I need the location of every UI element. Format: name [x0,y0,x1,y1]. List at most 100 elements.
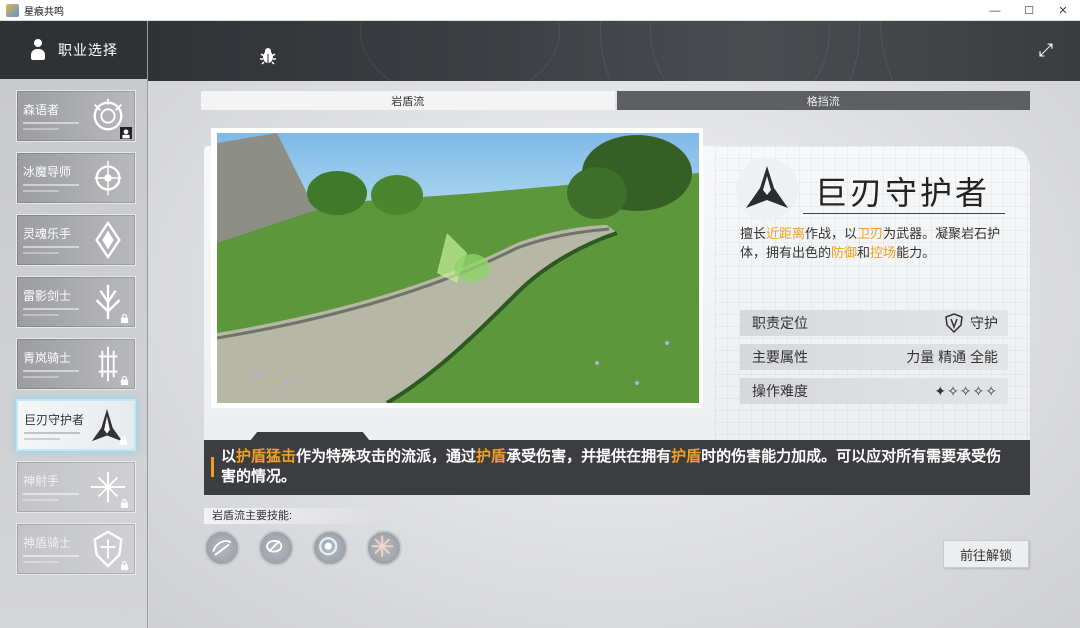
shield-role-icon [945,313,963,333]
desc-text: 和 [857,245,871,260]
skills-label: 岩盾流主要技能: [204,508,384,524]
skill-vortex-icon[interactable] [312,530,348,566]
class-item-subtext [23,122,79,124]
class-item-subtext [24,432,80,434]
desc-highlight: 近距离 [766,226,806,241]
class-item-label: 雷影剑士 [23,289,72,303]
skill-guard-glyph [266,540,283,553]
attr-label: 职责定位 [752,315,808,331]
class-item-subtext [23,555,79,557]
class-item-marksman[interactable]: 神射手 [16,461,136,513]
class-item-subtext [23,370,79,372]
banner-highlight: 护盾 [671,448,702,465]
banner-text-part: 承受伤害，并提供在拥有 [506,448,672,465]
class-item-label: 冰魔导师 [23,165,72,179]
class-item-label: 巨刃守护者 [24,413,85,427]
skill-burst-glyph [371,535,393,557]
lock-icon [120,376,129,385]
class-item-forest-speaker[interactable]: 森语者 [16,90,136,142]
bug-report-icon[interactable] [258,46,278,66]
class-item-label: 灵魂乐手 [23,227,72,241]
desc-highlight: 控场 [870,245,897,260]
attr-value: 守护 [944,313,998,333]
build-description-banner: 以护盾猛击作为特殊攻击的流派，通过护盾承受伤害，并提供在拥有护盾时的伤害能力加成… [204,440,1030,495]
class-item-subtext [23,246,79,248]
role-value: 守护 [970,315,998,331]
desc-text: 擅长 [740,226,767,241]
app-icon [6,3,19,17]
hero-divider [803,213,1005,214]
preview-scene [217,133,699,403]
class-item-subtext [23,252,59,254]
class-item-shield-knight[interactable]: 神盾骑士 [16,523,136,575]
class-preview-video[interactable] [217,133,699,403]
class-item-subtext [23,314,59,316]
class-item-wind-knight[interactable]: 青岚骑士 [16,338,136,390]
lock-icon [120,314,129,323]
attr-main-stats: 主要属性 力量 精通 全能 [740,344,1008,370]
hero-emblem [736,158,798,220]
blade-crest-icon [746,166,788,208]
class-item-ice-mage[interactable]: 冰魔导师 [16,152,136,204]
class-item-subtext [24,438,60,440]
class-item-label: 神盾骑士 [23,536,72,550]
attr-role: 职责定位 守护 [740,310,1008,336]
lock-icon [120,499,129,508]
banner-highlight: 护盾猛击 [236,448,297,465]
class-item-thunder-swordsman[interactable]: 雷影剑士 [16,276,136,328]
banner-text: 以护盾猛击作为特殊攻击的流派，通过护盾承受伤害，并提供在拥有护盾时的伤害能力加成… [221,447,1011,487]
lock-icon [119,436,128,445]
skill-guard-icon[interactable] [258,530,294,566]
banner-text-part: 以 [221,448,237,465]
class-item-subtext [23,184,79,186]
attr-label: 操作难度 [752,383,808,399]
desc-text: 作战，以 [805,226,858,241]
owned-icon [120,127,132,139]
minimize-button[interactable]: — [978,0,1012,21]
class-item-subtext [23,190,59,192]
class-item-label: 神射手 [23,474,60,488]
close-window-button[interactable]: ✕ [1046,0,1080,21]
ice-crest-icon [94,160,122,196]
class-item-subtext [23,493,79,495]
desc-text: 能力。 [896,245,936,260]
attr-label: 主要属性 [752,349,808,365]
skill-vortex-glyph [319,537,338,556]
window-title: 星痕共鸣 [24,6,64,18]
hero-name: 巨刃守护者 [815,175,991,211]
difficulty-stars: ✦✧✧✧✧ [934,382,998,399]
top-banner-decoration [0,21,1080,81]
banner-text-part: 作为特殊攻击的流派，通过 [296,448,477,465]
tab-rock-shield[interactable]: 岩盾流 [201,91,615,110]
lock-icon [120,561,129,570]
banner-highlight: 护盾 [476,448,507,465]
class-item-subtext [23,499,59,501]
window-titlebar: 星痕共鸣 — ☐ ✕ [0,0,1080,21]
desc-highlight: 防御 [831,245,858,260]
hero-description: 擅长近距离作战，以卫刃为武器。凝聚岩石护体，拥有出色的防御和控场能力。 [740,224,1010,262]
class-item-soul-musician[interactable]: 灵魂乐手 [16,214,136,266]
skill-slash-icon[interactable] [204,530,240,566]
maximize-button[interactable]: ☐ [1012,0,1046,21]
class-item-subtext [23,128,59,130]
soul-crest-icon [95,221,121,259]
skill-slash-glyph [212,540,232,556]
class-item-blade-guardian[interactable]: 巨刃守护者 [16,399,136,451]
class-item-label: 青岚骑士 [23,351,72,365]
window-controls: — ☐ ✕ [978,0,1080,21]
sidebar-header: 职业选择 [0,21,148,79]
build-tabs: 岩盾流 格挡流 [201,91,1030,110]
class-item-subtext [23,308,79,310]
collapse-close-icon[interactable]: ⤢ [1036,40,1056,60]
attr-difficulty: 操作难度 ✦✧✧✧✧ [740,378,1008,404]
desc-highlight: 卫刃 [857,226,884,241]
class-item-subtext [23,561,59,563]
sidebar-title: 职业选择 [58,42,118,58]
attr-value: 力量 精通 全能 [906,349,998,365]
banner-accent-bar [211,457,214,477]
person-icon [30,39,46,61]
class-item-subtext [23,376,59,378]
go-unlock-button[interactable]: 前往解锁 [943,540,1029,568]
tab-block[interactable]: 格挡流 [616,91,1030,110]
skill-burst-icon[interactable] [366,530,402,566]
